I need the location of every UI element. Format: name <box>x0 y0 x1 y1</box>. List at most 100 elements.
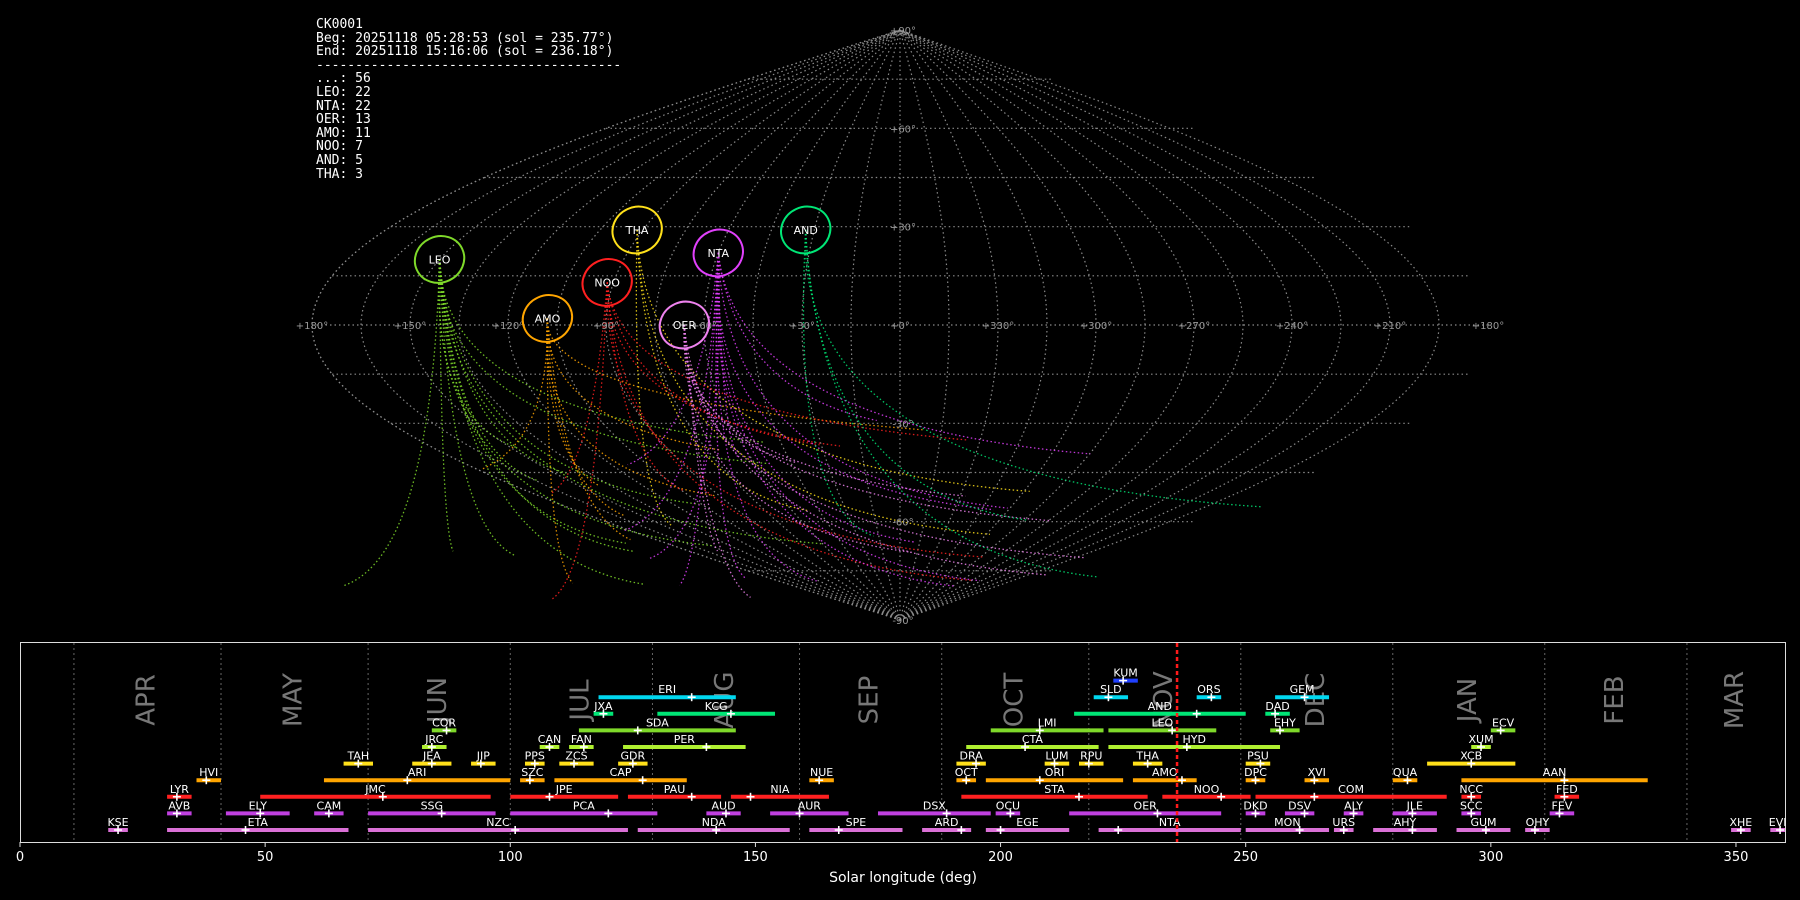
shower-label-fev: FEV <box>1552 799 1573 812</box>
lat-label: +60° <box>890 124 916 135</box>
lon-label: +30° <box>789 321 815 332</box>
shower-label-ahy: AHY <box>1394 816 1417 829</box>
meteor-track-leo <box>438 259 700 505</box>
shower-count-tha: THA: 3 <box>316 166 363 182</box>
meteor-track-nta <box>717 252 1008 509</box>
meteor-track-nta <box>627 252 719 466</box>
meteor-track-noo <box>606 282 841 447</box>
shower-label-dsx: DSX <box>923 799 946 812</box>
month-label: FEB <box>1600 675 1630 724</box>
month-label: OCT <box>999 673 1029 728</box>
shower-label-dkd: DKD <box>1243 799 1267 812</box>
meteor-track-leo <box>438 259 538 482</box>
meteor-track-and <box>805 229 1029 521</box>
shower-label-amo: AMO <box>1152 766 1178 779</box>
shower-label-tha: THA <box>1135 750 1159 763</box>
shower-label-noo: NOO <box>1194 783 1220 796</box>
x-tick-label: 100 <box>498 850 523 865</box>
shower-label-ors: ORS <box>1197 683 1220 696</box>
meteor-track-leo <box>438 259 824 545</box>
shower-label-and: AND <box>1148 700 1172 713</box>
meteor-track-oer <box>683 324 966 497</box>
radiant-sky-map: +90° +60° +30° -30° -60° -90° +180° +150° +120° +… <box>296 26 1504 627</box>
shower-label-dpc: DPC <box>1244 766 1267 779</box>
shower-label-cta: CTA <box>1022 733 1044 746</box>
lon-label: +120° <box>492 321 524 332</box>
shower-label-nue: NUE <box>810 766 833 779</box>
month-label: JAN <box>1453 678 1483 724</box>
shower-label-eri: ERI <box>658 683 676 696</box>
lon-label: +330° <box>982 321 1014 332</box>
month-label: MAR <box>1720 671 1750 729</box>
meteor-track-nta <box>717 252 739 458</box>
shower-label-evi: EVI <box>1769 816 1787 829</box>
lon-label: +0° <box>890 321 910 332</box>
shower-label-cam: CAM <box>317 799 342 812</box>
radiant-label-leo: LEO <box>429 253 451 266</box>
shower-label-jpe: JPE <box>555 783 573 796</box>
shower-label-hvi: HVI <box>199 766 218 779</box>
shower-label-sld: SLD <box>1100 683 1122 696</box>
radiant-circles: LEO AMO THA NOO NTA OER AND <box>413 205 832 350</box>
lon-label: +240° <box>1276 321 1308 332</box>
x-tick-label: 350 <box>1724 850 1749 865</box>
x-tick-label: 0 <box>16 850 24 865</box>
shower-label-spe: SPE <box>846 816 867 829</box>
lat-label: -30° <box>892 419 913 430</box>
shower-label-leo: LEO <box>1151 716 1173 729</box>
shower-label-dad: DAD <box>1265 700 1289 713</box>
meteor-track-oer <box>683 324 719 552</box>
shower-count-list: ...: 56 LEO: 22 NTA: 22 OER: 13 AMO: 11 … <box>316 71 371 181</box>
lon-label: +150° <box>394 321 426 332</box>
meteor-track-nta <box>715 252 817 582</box>
x-tick-label: 200 <box>988 850 1013 865</box>
lon-label: +210° <box>1374 321 1406 332</box>
shower-label-jxa: JXA <box>593 700 613 713</box>
radiant-label-nta: NTA <box>707 247 729 260</box>
meteor-track-leo <box>343 259 441 587</box>
shower-label-dsv: DSV <box>1288 799 1311 812</box>
lat-label: -90° <box>892 616 913 627</box>
shower-label-ard: ARD <box>935 816 959 829</box>
x-tick-label: 300 <box>1478 850 1503 865</box>
month-label: JUL <box>565 679 595 723</box>
lat-label: +90° <box>890 26 916 37</box>
shower-label-fan: FAN <box>571 733 592 746</box>
meteor-track-nta <box>717 252 917 543</box>
radiant-label-oer: OER <box>673 319 697 332</box>
shower-label-lum: LUM <box>1045 750 1068 763</box>
shower-label-jmc: JMC <box>364 783 386 796</box>
shower-label-zcs: ZCS <box>565 750 587 763</box>
shower-label-eta: ETA <box>248 816 269 829</box>
meteor-track-leo <box>438 259 644 585</box>
meteor-track-oer <box>683 324 912 553</box>
meteor-track-amo <box>546 318 574 584</box>
shower-label-ssg: SSG <box>421 799 444 812</box>
shower-label-pca: PCA <box>573 799 595 812</box>
meteor-track-noo <box>606 282 968 441</box>
radiant-label-tha: THA <box>625 224 649 237</box>
shower-label-nia: NIA <box>770 783 789 796</box>
shower-label-cor: COR <box>432 716 456 729</box>
radiant-label-amo: AMO <box>535 312 561 325</box>
shower-label-kcg: KCG <box>705 700 728 713</box>
shower-label-mon: MON <box>1274 816 1300 829</box>
shower-label-urs: URS <box>1332 816 1355 829</box>
shower-label-ege: EGE <box>1016 816 1038 829</box>
shower-label-aud: AUD <box>712 799 736 812</box>
shower-label-per: PER <box>674 733 696 746</box>
shower-label-xhe: XHE <box>1729 816 1752 829</box>
shower-label-gdr: GDR <box>621 750 646 763</box>
shower-label-pau: PAU <box>664 783 686 796</box>
shower-label-jle: JLE <box>1406 799 1423 812</box>
shower-label-nda: NDA <box>702 816 727 829</box>
shower-label-nzc: NZC <box>486 816 510 829</box>
lat-label: -60° <box>892 518 913 529</box>
shower-label-ari: ARI <box>408 766 426 779</box>
shower-label-avb: AVB <box>168 799 190 812</box>
shower-label-aly: ALY <box>1344 799 1363 812</box>
shower-label-scc: SCC <box>1460 799 1483 812</box>
shower-label-sda: SDA <box>646 716 669 729</box>
shower-label-dra: DRA <box>960 750 984 763</box>
radiant-label-and: AND <box>794 224 818 237</box>
